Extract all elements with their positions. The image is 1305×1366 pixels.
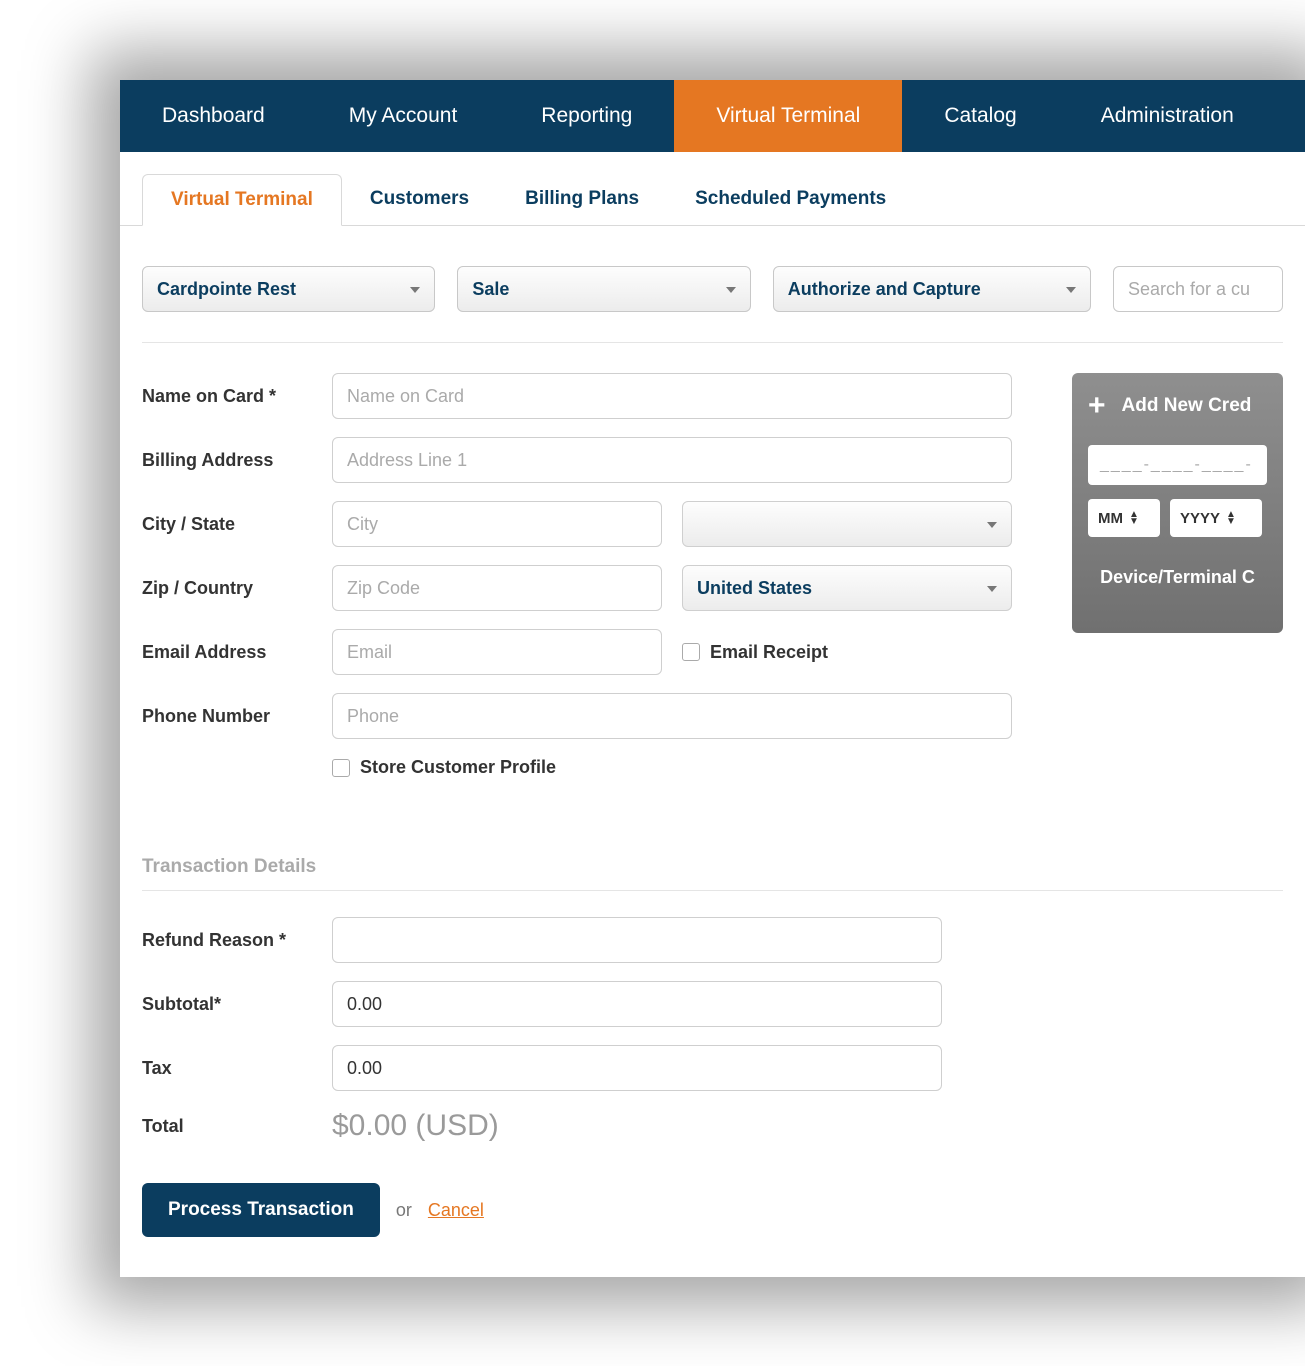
card-year-select[interactable]: YYYY▲▼ (1170, 499, 1262, 537)
customer-form: Name on Card * Billing Address City / St… (142, 373, 1012, 796)
refund-reason-label: Refund Reason * (142, 930, 332, 951)
state-select[interactable] (682, 501, 1012, 547)
mode-select[interactable]: Authorize and Capture (773, 266, 1091, 312)
tab-billing-plans[interactable]: Billing Plans (497, 174, 667, 225)
sub-tabs: Virtual Terminal Customers Billing Plans… (120, 152, 1305, 226)
store-profile-wrap: Store Customer Profile (332, 757, 556, 778)
refund-reason-input[interactable] (332, 917, 942, 963)
filter-row: Cardpointe Rest Sale Authorize and Captu… (142, 266, 1283, 343)
nav-catalog[interactable]: Catalog (902, 80, 1058, 152)
plus-icon[interactable]: + (1088, 391, 1106, 421)
nav-dashboard[interactable]: Dashboard (120, 80, 307, 152)
or-text: or (396, 1200, 412, 1221)
zip-country-label: Zip / Country (142, 578, 332, 599)
tax-label: Tax (142, 1058, 332, 1079)
city-input[interactable] (332, 501, 662, 547)
tab-scheduled-payments[interactable]: Scheduled Payments (667, 174, 914, 225)
nav-my-account[interactable]: My Account (307, 80, 500, 152)
email-receipt-checkbox[interactable] (682, 643, 700, 661)
customer-search-input[interactable] (1113, 266, 1283, 312)
name-label: Name on Card * (142, 386, 332, 407)
billing-address-input[interactable] (332, 437, 1012, 483)
subtotal-input[interactable] (332, 981, 942, 1027)
nav-administration[interactable]: Administration (1059, 80, 1276, 152)
credit-card-panel: + Add New Cred ____-____-____- MM▲▼ YYYY… (1072, 373, 1283, 633)
email-receipt-wrap: Email Receipt (682, 642, 828, 663)
card-number-input[interactable]: ____-____-____- (1088, 445, 1267, 485)
action-row: Process Transaction or Cancel (142, 1183, 1283, 1237)
card-panel-title: Add New Cred (1122, 395, 1252, 417)
gateway-select[interactable]: Cardpointe Rest (142, 266, 435, 312)
total-label: Total (142, 1116, 332, 1137)
store-profile-checkbox[interactable] (332, 759, 350, 777)
top-nav: Dashboard My Account Reporting Virtual T… (120, 80, 1305, 152)
zip-input[interactable] (332, 565, 662, 611)
city-state-label: City / State (142, 514, 332, 535)
billing-address-label: Billing Address (142, 450, 332, 471)
card-month-select[interactable]: MM▲▼ (1088, 499, 1160, 537)
tax-input[interactable] (332, 1045, 942, 1091)
process-transaction-button[interactable]: Process Transaction (142, 1183, 380, 1237)
txntype-select[interactable]: Sale (457, 266, 750, 312)
tab-virtual-terminal[interactable]: Virtual Terminal (142, 174, 342, 226)
email-label: Email Address (142, 642, 332, 663)
name-on-card-input[interactable] (332, 373, 1012, 419)
tab-customers[interactable]: Customers (342, 174, 497, 225)
email-input[interactable] (332, 629, 662, 675)
subtotal-label: Subtotal* (142, 994, 332, 1015)
store-profile-label: Store Customer Profile (360, 757, 556, 778)
transaction-details-heading: Transaction Details (142, 856, 1283, 891)
phone-input[interactable] (332, 693, 1012, 739)
email-receipt-label: Email Receipt (710, 642, 828, 663)
card-panel-footer: Device/Terminal C (1088, 567, 1267, 588)
phone-label: Phone Number (142, 706, 332, 727)
nav-virtual-terminal[interactable]: Virtual Terminal (674, 80, 902, 152)
total-value: $0.00 (USD) (332, 1109, 499, 1143)
cancel-link[interactable]: Cancel (428, 1200, 484, 1221)
country-select[interactable]: United States (682, 565, 1012, 611)
nav-reporting[interactable]: Reporting (499, 80, 674, 152)
